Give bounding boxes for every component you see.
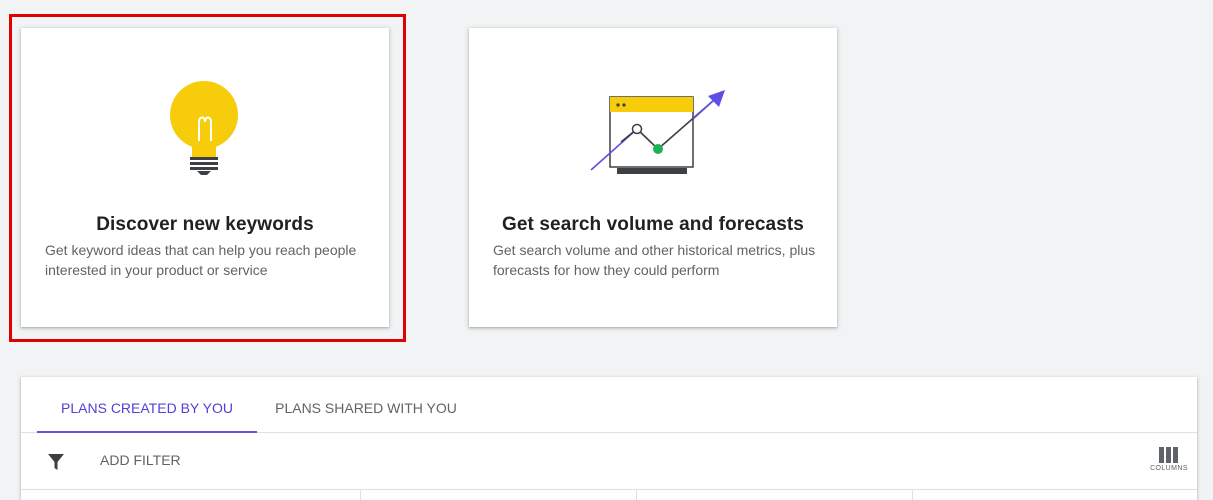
column-divider — [360, 490, 361, 500]
tab-plans-created-by-you[interactable]: PLANS CREATED BY YOU — [37, 377, 257, 433]
add-filter-button[interactable]: ADD FILTER — [100, 452, 181, 468]
forecast-chart-icon — [590, 90, 725, 174]
column-divider — [912, 490, 913, 500]
discover-keywords-card[interactable]: Discover new keywords Get keyword ideas … — [21, 28, 389, 327]
card-title: Get search volume and forecasts — [502, 214, 804, 235]
keyword-planner-page: Discover new keywords Get keyword ideas … — [0, 0, 1213, 500]
columns-icon — [1159, 447, 1178, 463]
filter-bar: ADD FILTER COLUMNS — [21, 433, 1197, 490]
columns-label: COLUMNS — [1150, 465, 1188, 472]
plans-tabs: PLANS CREATED BY YOU PLANS SHARED WITH Y… — [21, 377, 1197, 433]
card-title: Discover new keywords — [96, 214, 314, 235]
lightbulb-icon — [170, 81, 238, 175]
tab-plans-shared-with-you[interactable]: PLANS SHARED WITH YOU — [266, 377, 466, 433]
card-description: Get search volume and other historical m… — [493, 242, 816, 278]
search-volume-forecasts-card[interactable]: Get search volume and forecasts Get sear… — [469, 28, 837, 327]
plans-panel: PLANS CREATED BY YOU PLANS SHARED WITH Y… — [21, 377, 1197, 500]
card-description: Get keyword ideas that can help you reac… — [45, 242, 357, 278]
column-divider — [636, 490, 637, 500]
filter-icon[interactable] — [46, 452, 66, 472]
columns-button[interactable]: COLUMNS — [1149, 447, 1189, 483]
